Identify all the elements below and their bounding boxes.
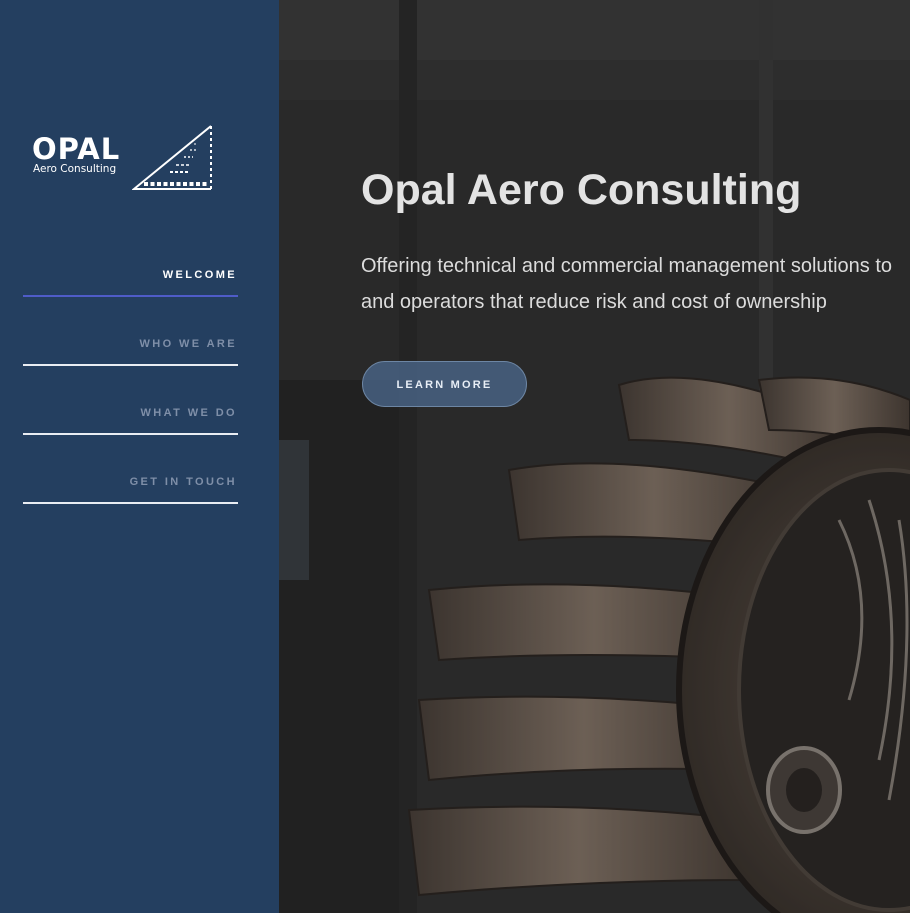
runway-triangle-icon xyxy=(132,125,212,190)
nav-item-underline xyxy=(23,364,238,366)
nav-item-underline xyxy=(23,433,238,435)
logo-tagline: Aero Consulting xyxy=(33,163,117,175)
nav-item-underline xyxy=(23,295,238,297)
nav-item-label: WELCOME xyxy=(162,269,237,281)
hero-background-image xyxy=(279,0,910,913)
nav-item-welcome[interactable]: WELCOME xyxy=(23,250,238,319)
hero-description: Offering technical and commercial manage… xyxy=(361,248,910,320)
hero-description-line-2: and operators that reduce risk and cost … xyxy=(361,291,827,313)
sidebar: OPAL Aero Consulting WELCOME WHO WE ARE … xyxy=(0,0,279,913)
nav-item-label: GET IN TOUCH xyxy=(129,476,237,488)
nav-item-label: WHAT WE DO xyxy=(140,407,237,419)
hero-title: Opal Aero Consulting xyxy=(361,166,802,214)
learn-more-button[interactable]: LEARN MORE xyxy=(362,361,527,407)
logo[interactable]: OPAL Aero Consulting xyxy=(32,124,217,194)
nav-item-label: WHO WE ARE xyxy=(139,338,237,350)
logo-wordmark: OPAL xyxy=(32,132,121,166)
nav-item-what-we-do[interactable]: WHAT WE DO xyxy=(23,388,238,457)
nav-item-underline xyxy=(23,502,238,504)
hero-section: Opal Aero Consulting Offering technical … xyxy=(279,0,910,913)
nav-item-get-in-touch[interactable]: GET IN TOUCH xyxy=(23,457,238,526)
nav-item-who-we-are[interactable]: WHO WE ARE xyxy=(23,319,238,388)
main-nav: WELCOME WHO WE ARE WHAT WE DO GET IN TOU… xyxy=(23,250,238,526)
hero-description-line-1: Offering technical and commercial manage… xyxy=(361,255,893,277)
